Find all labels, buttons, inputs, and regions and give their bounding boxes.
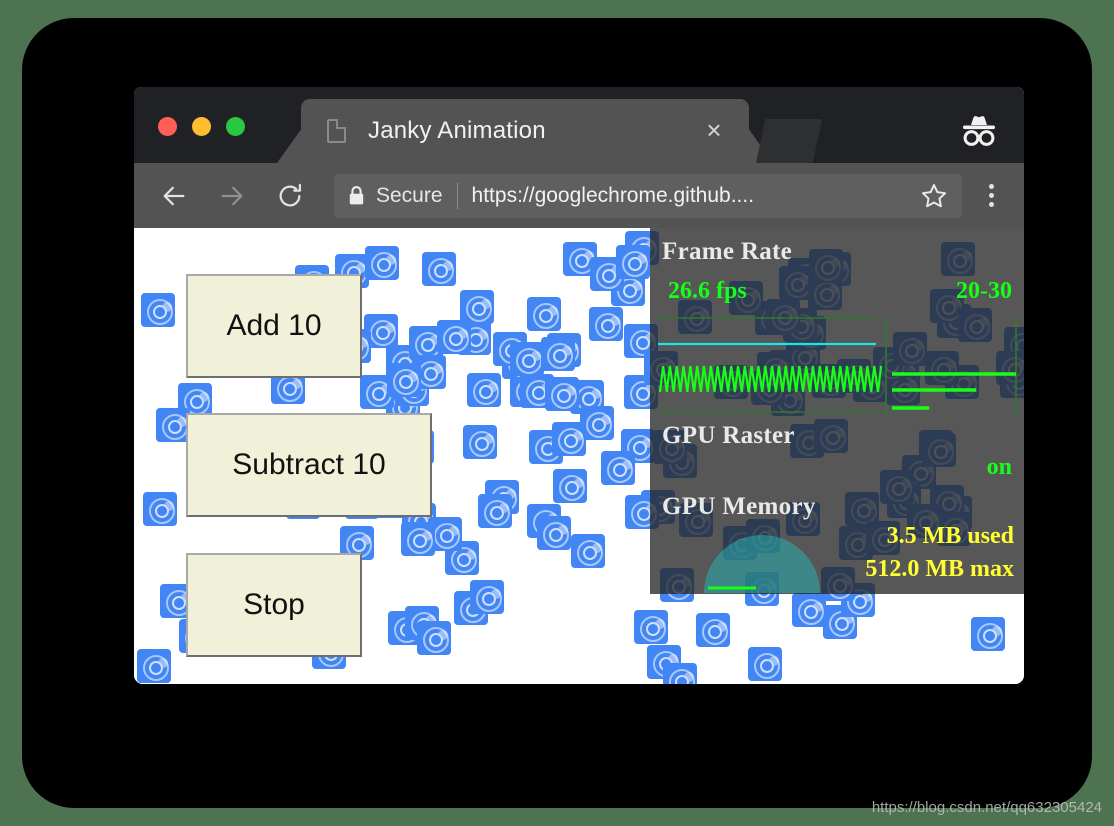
incognito-icon (952, 107, 1006, 155)
frame-rate-range: 20-30 (956, 278, 1012, 304)
chrome-logo-sprite (470, 580, 505, 615)
device-frame: Janky Animation × Secure https://googlec… (22, 18, 1092, 808)
chrome-logo-sprite (401, 522, 436, 557)
back-button[interactable] (152, 174, 196, 218)
gpu-memory-title: GPU Memory (662, 493, 816, 520)
chrome-logo-sprite (571, 533, 606, 568)
gpu-memory-gauge (704, 535, 820, 593)
close-icon[interactable]: × (701, 117, 727, 144)
new-tab-slot[interactable] (756, 119, 822, 163)
chrome-logo-sprite (437, 320, 472, 355)
chrome-logo-sprite (467, 373, 502, 408)
chrome-logo-sprite (155, 408, 190, 443)
stop-button[interactable]: Stop (186, 553, 362, 657)
chrome-logo-sprite (541, 336, 576, 371)
chrome-logo-sprite (416, 621, 451, 656)
chrome-logo-sprite (748, 647, 783, 682)
frame-rate-graph (658, 316, 1017, 416)
chrome-logo-sprite (422, 252, 457, 287)
chrome-logo-sprite (463, 424, 498, 459)
chrome-logo-sprite (601, 450, 636, 485)
bookmark-star-icon[interactable] (920, 182, 948, 210)
chrome-logo-sprite (552, 469, 587, 504)
chrome-menu-button[interactable] (976, 174, 1006, 218)
frame-rate-value: 26.6 fps (668, 278, 747, 304)
chrome-logo-sprite (136, 648, 171, 683)
chrome-logo-sprite (526, 296, 561, 331)
page-viewport: Add 10 Subtract 10 Stop Frame Rate 26.6 … (134, 228, 1024, 684)
menu-dot (988, 202, 994, 207)
add-10-button[interactable]: Add 10 (186, 274, 362, 378)
close-window-button[interactable] (158, 117, 177, 136)
chrome-logo-sprite (477, 494, 512, 529)
chrome-logo-sprite (364, 245, 399, 280)
chrome-logo-sprite (142, 491, 177, 526)
zoom-window-button[interactable] (226, 117, 245, 136)
browser-toolbar: Secure https://googlechrome.github.... (134, 163, 1024, 228)
chrome-logo-sprite (662, 663, 697, 684)
chrome-logo-sprite (386, 362, 421, 397)
security-label: Secure (376, 183, 443, 207)
document-icon (327, 119, 346, 143)
browser-window: Janky Animation × Secure https://googlec… (134, 87, 1024, 684)
chrome-logo-sprite (616, 244, 651, 279)
address-bar[interactable]: Secure https://googlechrome.github.... (334, 173, 962, 218)
chrome-logo-sprite (634, 610, 669, 645)
fps-stats-overlay: Frame Rate 26.6 fps 20-30 GPU Raster on (650, 228, 1024, 594)
gpu-raster-value: on (986, 454, 1012, 480)
frame-rate-title: Frame Rate (662, 238, 793, 265)
gpu-memory-used: 3.5 MB used (886, 523, 1014, 549)
chrome-logo-sprite (544, 377, 579, 412)
menu-dot (988, 184, 994, 189)
gpu-memory-max: 512.0 MB max (865, 556, 1014, 582)
chrome-logo-sprite (589, 306, 624, 341)
url-text: https://googlechrome.github.... (471, 183, 755, 207)
watermark-text: https://blog.csdn.net/qq632305424 (871, 799, 1102, 816)
omnibox-divider (456, 182, 458, 209)
minimize-window-button[interactable] (192, 117, 211, 136)
forward-button[interactable] (210, 174, 254, 218)
menu-dot (988, 193, 994, 198)
chrome-logo-sprite (460, 289, 495, 324)
chrome-logo-sprite (552, 421, 587, 456)
tab-strip: Janky Animation × (134, 87, 1024, 163)
chrome-logo-sprite (510, 342, 545, 377)
tab-title: Janky Animation (368, 117, 546, 144)
window-controls (158, 117, 245, 136)
browser-tab[interactable]: Janky Animation × (301, 99, 749, 163)
subtract-10-button[interactable]: Subtract 10 (186, 413, 432, 517)
reload-button[interactable] (268, 174, 312, 218)
chrome-logo-sprite (970, 616, 1005, 651)
gpu-raster-title: GPU Raster (662, 422, 795, 449)
chrome-logo-sprite (696, 612, 731, 647)
chrome-logo-sprite (140, 292, 175, 327)
chrome-logo-sprite (536, 515, 571, 550)
lock-icon (348, 185, 365, 206)
